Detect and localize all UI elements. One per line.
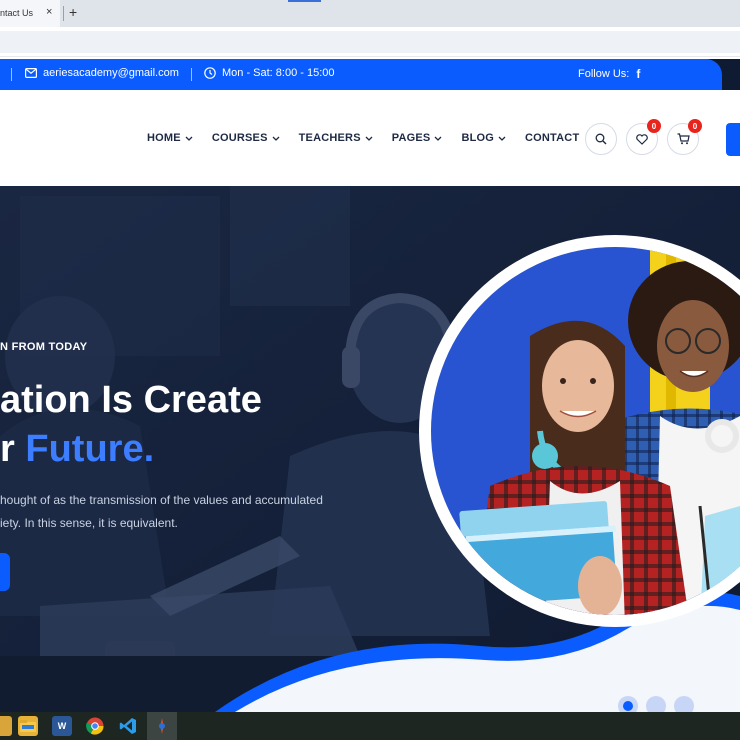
chevron-down-icon — [365, 136, 373, 141]
chrome-icon[interactable] — [85, 716, 105, 736]
nav-menu: HOME COURSES TEACHERS PAGES BLOG CONTACT — [147, 132, 598, 144]
file-explorer-icon[interactable] — [18, 716, 38, 736]
hero-description-line1: hought of as the transmission of the val… — [0, 493, 323, 507]
top-info-bar-blue: aeriesacademy@gmail.com Mon - Sat: 8:00 … — [0, 59, 722, 90]
nav-item-pages[interactable]: PAGES — [392, 132, 443, 144]
top-info-bar: aeriesacademy@gmail.com Mon - Sat: 8:00 … — [0, 59, 740, 90]
facebook-icon[interactable]: f — [636, 67, 640, 81]
cart-button[interactable]: 0 — [667, 119, 702, 155]
hero-cta-button[interactable] — [0, 553, 10, 591]
address-bar[interactable] — [0, 31, 740, 53]
nav-cta-button[interactable] — [726, 123, 740, 156]
address-bar-row — [0, 27, 740, 57]
tab-close-icon[interactable]: × — [46, 6, 52, 18]
hero-headline-highlight: Future. — [25, 428, 155, 470]
nav-item-home[interactable]: HOME — [147, 132, 193, 144]
nav-item-label: TEACHERS — [298, 132, 361, 144]
main-navigation: HOME COURSES TEACHERS PAGES BLOG CONTACT… — [0, 90, 740, 186]
hero-description: hought of as the transmission of the val… — [0, 489, 323, 535]
app-icon[interactable] — [0, 716, 12, 736]
search-icon — [595, 133, 607, 145]
cart-count-badge: 0 — [688, 119, 702, 133]
cart-icon — [677, 133, 690, 145]
chevron-down-icon — [434, 136, 442, 141]
nav-item-label: COURSES — [211, 132, 268, 144]
hero-description-line2: iety. In this sense, it is equivalent. — [0, 516, 178, 530]
follow-label: Follow Us: — [578, 68, 630, 80]
browser-tab-bar: ntact Us × + — [0, 0, 740, 27]
nav-item-label: PAGES — [391, 132, 431, 144]
search-button[interactable] — [585, 123, 617, 155]
chevron-down-icon — [498, 136, 506, 141]
slider-dot-3[interactable] — [674, 696, 694, 712]
vscode-icon[interactable] — [118, 716, 138, 736]
browser-tab[interactable]: ntact Us × — [0, 0, 60, 27]
follow-us: Follow Us: f — [578, 67, 640, 81]
word-icon[interactable]: W — [52, 716, 72, 736]
nav-item-label: HOME — [147, 132, 181, 144]
tab-divider — [63, 6, 64, 21]
nav-item-contact[interactable]: CONTACT — [525, 132, 579, 144]
new-tab-button[interactable]: + — [69, 4, 77, 20]
slider-dot-2[interactable] — [646, 696, 666, 712]
divider — [191, 68, 192, 81]
hero-headline-line2: r Future. — [0, 428, 154, 471]
hours-text: Mon - Sat: 8:00 - 15:00 — [222, 67, 335, 79]
chevron-down-icon — [185, 136, 193, 141]
app-icon[interactable] — [152, 716, 172, 736]
nav-item-label: CONTACT — [525, 132, 580, 144]
wishlist-button[interactable]: 0 — [626, 119, 661, 155]
tab-title: ntact Us — [0, 8, 34, 18]
divider — [11, 68, 12, 81]
heart-icon — [636, 133, 648, 145]
slider-dot-1[interactable] — [618, 696, 638, 712]
clock-icon — [204, 67, 216, 79]
nav-item-blog[interactable]: BLOG — [461, 132, 506, 144]
mail-icon — [25, 68, 37, 78]
hero-headline-line1: ation Is Create — [0, 379, 262, 421]
nav-item-courses[interactable]: COURSES — [212, 132, 280, 144]
hero-section: N FROM TODAY ation Is Create r Future. h… — [0, 186, 740, 712]
hero-subtitle: N FROM TODAY — [0, 341, 88, 353]
os-taskbar: W — [0, 712, 740, 740]
tab-accent-line — [288, 0, 321, 2]
wishlist-count-badge: 0 — [647, 119, 661, 133]
email-link[interactable]: aeriesacademy@gmail.com — [25, 67, 179, 79]
hours-info: Mon - Sat: 8:00 - 15:00 — [204, 67, 335, 79]
email-text: aeriesacademy@gmail.com — [43, 67, 179, 79]
hero-headline-prefix: r — [0, 428, 15, 470]
chevron-down-icon — [272, 136, 280, 141]
nav-item-teachers[interactable]: TEACHERS — [299, 132, 373, 144]
slider-pagination — [618, 696, 694, 712]
nav-item-label: BLOG — [461, 132, 495, 144]
